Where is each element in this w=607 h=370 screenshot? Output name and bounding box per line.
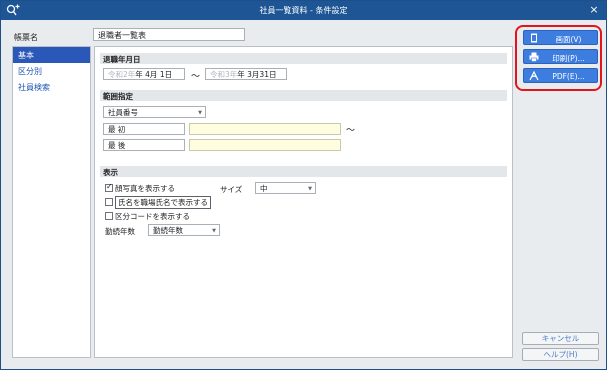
show-name-title-checkbox[interactable]: [105, 198, 113, 206]
close-icon[interactable]: ×: [588, 3, 600, 17]
show-photo-checkbox[interactable]: ✓: [105, 182, 113, 192]
date-to-rest: 年 3月31日: [237, 70, 277, 79]
show-name-title-label: 氏名を職場氏名で表示する: [115, 196, 211, 209]
form-name-input[interactable]: 退職者一覧表: [93, 28, 245, 41]
screen-button-label: 画面(V): [555, 35, 582, 44]
range-first-label: 最 初: [103, 123, 185, 135]
print-button-label: 印刷(P)...: [552, 54, 585, 63]
retirement-date-from[interactable]: 令和2年年 4月 1日: [103, 68, 185, 80]
range-key-value: 社員番号: [108, 108, 138, 117]
show-category-code-checkbox[interactable]: [105, 212, 113, 220]
range-last-label: 最 後: [103, 139, 185, 151]
help-button[interactable]: ヘルプ(H): [522, 348, 599, 361]
check-icon: ✓: [106, 182, 113, 191]
show-photo-label: 顔写真を表示する: [115, 184, 175, 193]
show-name-title-option[interactable]: 氏名を職場氏名で表示する: [105, 196, 211, 209]
window-title: 社員一覧資料 - 条件設定: [259, 6, 348, 15]
cancel-button[interactable]: キャンセル: [522, 332, 599, 345]
years-label: 勤続年数: [105, 227, 135, 236]
print-button[interactable]: 印刷(P)...: [523, 49, 598, 64]
chevron-down-icon: ▼: [212, 228, 216, 234]
size-value: 中: [260, 184, 268, 193]
range-last-input[interactable]: [189, 139, 341, 151]
date-from-rest: 年 4月 1日: [135, 70, 173, 79]
range-heading: 範囲指定: [100, 90, 507, 101]
years-value: 勤続年数: [153, 226, 183, 235]
date-range-tilde: ～: [191, 72, 201, 82]
pdf-button-label: PDF(E)...: [552, 72, 585, 81]
show-category-code-option[interactable]: 区分コードを表示する: [105, 211, 190, 222]
sidebar-item-category[interactable]: 区分別: [13, 63, 90, 79]
range-tilde: ～: [346, 126, 356, 136]
retirement-date-to[interactable]: 令和3年年 3月31日: [205, 68, 287, 80]
size-label: サイズ: [220, 185, 243, 194]
range-first-input[interactable]: [189, 123, 341, 135]
years-select[interactable]: 勤続年数 ▼: [148, 224, 220, 236]
show-category-code-label: 区分コードを表示する: [115, 212, 190, 221]
show-photo-option[interactable]: ✓ 顔写真を表示する: [105, 182, 175, 194]
sidebar-item-basic[interactable]: 基本: [13, 47, 90, 63]
display-heading: 表示: [100, 166, 507, 177]
pdf-button[interactable]: PDF(E)...: [523, 68, 598, 83]
dialog-window: 社員一覧資料 - 条件設定 × 帳票名 退職者一覧表 基本 区分別 社員検索 退…: [0, 0, 607, 370]
sidebar: 基本 区分別 社員検索: [12, 46, 91, 358]
era-from: 令和2年: [108, 70, 136, 79]
settings-panel: 退職年月日 令和2年年 4月 1日 ～ 令和3年年 3月31日 範囲指定 社員番…: [94, 46, 513, 358]
range-key-select[interactable]: 社員番号 ▼: [103, 106, 206, 118]
document-icon: [531, 33, 537, 43]
era-to: 令和3年: [210, 70, 238, 79]
chevron-down-icon: ▼: [198, 110, 202, 116]
sidebar-item-employee-search[interactable]: 社員検索: [13, 79, 90, 95]
pdf-icon: [529, 71, 539, 81]
retirement-date-heading: 退職年月日: [100, 53, 507, 64]
title-bar: 社員一覧資料 - 条件設定 ×: [1, 1, 606, 20]
printer-icon: [529, 52, 539, 62]
size-select[interactable]: 中 ▼: [255, 182, 316, 194]
chevron-down-icon: ▼: [308, 186, 312, 192]
form-name-label: 帳票名: [14, 33, 38, 42]
screen-button[interactable]: 画面(V): [523, 30, 598, 45]
